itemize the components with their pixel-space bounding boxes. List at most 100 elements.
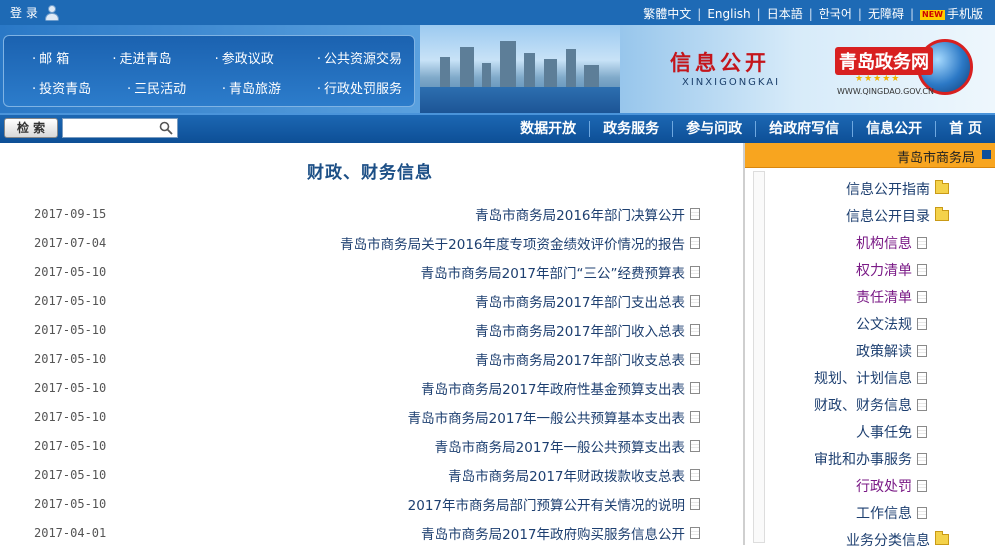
document-title[interactable]: 青岛市商务局2017年财政拨款收支总表 xyxy=(448,465,685,485)
nav-write-letter[interactable]: 给政府写信 xyxy=(756,115,852,143)
document-title[interactable]: 青岛市商务局2016年部门决算公开 xyxy=(475,204,685,224)
document-title[interactable]: 青岛市商务局2017年部门收支总表 xyxy=(475,349,685,369)
document-link[interactable]: 青岛市商务局2017年部门收入总表 xyxy=(475,320,700,340)
search-button[interactable]: 检 索 xyxy=(4,118,59,138)
sidebar-tree-item[interactable]: 信息公开目录 xyxy=(814,202,949,229)
link-english[interactable]: English xyxy=(701,7,756,21)
quicklink-mail[interactable]: 邮 箱 xyxy=(32,48,69,67)
nav-home[interactable]: 首 页 xyxy=(936,115,995,143)
quicklink-penalty-service[interactable]: 行政处罚服务 xyxy=(317,78,402,97)
quicklink-sanmin[interactable]: 三民活动 xyxy=(127,78,186,97)
document-date: 2017-05-10 xyxy=(34,293,107,308)
document-icon xyxy=(690,236,700,249)
document-title[interactable]: 青岛市商务局2017年部门支出总表 xyxy=(475,291,685,311)
sidebar-tree-label[interactable]: 信息公开目录 xyxy=(846,206,930,226)
sidebar-tree-label[interactable]: 公文法规 xyxy=(856,314,912,334)
sidebar-tree-label[interactable]: 信息公开指南 xyxy=(846,179,930,199)
document-date: 2017-05-10 xyxy=(34,380,107,395)
logo-name: 青岛政务网 xyxy=(835,47,933,75)
sidebar-tree-label[interactable]: 规划、计划信息 xyxy=(814,368,912,388)
sidebar-tree-item[interactable]: 权力清单 xyxy=(814,256,927,283)
folder-icon xyxy=(935,207,949,221)
sidebar-tree-item[interactable]: 政策解读 xyxy=(814,337,927,364)
sidebar-tree-item[interactable]: 规划、计划信息 xyxy=(814,364,927,391)
document-link[interactable]: 青岛市商务局2017年政府购买服务信息公开 xyxy=(421,523,700,543)
sidebar-tree-label[interactable]: 政策解读 xyxy=(856,341,912,361)
nav-info-disclosure[interactable]: 信息公开 xyxy=(853,115,935,143)
sidebar-tree-label[interactable]: 行政处罚 xyxy=(856,476,912,496)
document-link[interactable]: 青岛市商务局2017年一般公共预算支出表 xyxy=(435,436,700,456)
quicklink-explore-qingdao[interactable]: 走进青岛 xyxy=(112,48,172,67)
search-box: 检 索 xyxy=(4,118,179,138)
sidebar-tree-item[interactable]: 人事任免 xyxy=(814,418,927,445)
document-icon xyxy=(917,479,927,492)
quicklink-participate[interactable]: 参政议政 xyxy=(215,48,274,67)
document-title[interactable]: 青岛市商务局2017年部门“三公”经费预算表 xyxy=(421,262,685,282)
sidebar-tree-label[interactable]: 责任清单 xyxy=(856,287,912,307)
document-title[interactable]: 青岛市商务局关于2016年度专项资金绩效评价情况的报告 xyxy=(340,233,685,253)
list-item: 2017-05-10 青岛市商务局2017年部门收入总表 xyxy=(34,315,700,344)
tree-scrollbar[interactable] xyxy=(753,171,765,543)
document-date: 2017-07-04 xyxy=(34,235,107,250)
document-title[interactable]: 青岛市商务局2017年政府性基金预算支出表 xyxy=(421,378,685,398)
language-links: 繁體中文 | English | 日本語 | 한국어 | 无障碍 | NEW 手机… xyxy=(637,5,989,22)
document-link[interactable]: 青岛市商务局2016年部门决算公开 xyxy=(475,204,700,224)
quicklink-public-resources[interactable]: 公共资源交易 xyxy=(317,48,402,67)
nav-gov-services[interactable]: 政务服务 xyxy=(590,115,672,143)
document-link[interactable]: 青岛市商务局2017年政府性基金预算支出表 xyxy=(421,378,700,398)
sidebar-tree-item[interactable]: 审批和办事服务 xyxy=(814,445,927,472)
sidebar-tree-item[interactable]: 工作信息 xyxy=(814,499,927,526)
quicklink-tourism[interactable]: 青岛旅游 xyxy=(222,78,281,97)
document-icon xyxy=(690,207,700,220)
nav-data-open[interactable]: 数据开放 xyxy=(507,115,589,143)
document-title[interactable]: 青岛市商务局2017年部门收入总表 xyxy=(475,320,685,340)
sidebar-tree-item[interactable]: 公文法规 xyxy=(814,310,927,337)
sidebar-tree-item[interactable]: 行政处罚 xyxy=(814,472,927,499)
link-accessibility[interactable]: 无障碍 xyxy=(862,5,910,22)
document-link[interactable]: 青岛市商务局2017年财政拨款收支总表 xyxy=(448,465,700,485)
sidebar-tree-label[interactable]: 机构信息 xyxy=(856,233,912,253)
list-item: 2017-07-04 青岛市商务局关于2016年度专项资金绩效评价情况的报告 xyxy=(34,228,700,257)
sidebar-tree-label[interactable]: 人事任免 xyxy=(856,422,912,442)
document-title[interactable]: 2017年市商务局部门预算公开有关情况的说明 xyxy=(408,494,685,514)
link-mobile[interactable]: NEW 手机版 xyxy=(914,5,989,22)
document-icon xyxy=(917,317,927,330)
document-title[interactable]: 青岛市商务局2017年一般公共预算支出表 xyxy=(435,436,685,456)
sidebar-tree-label[interactable]: 审批和办事服务 xyxy=(814,449,912,469)
login-link[interactable]: 登 录 xyxy=(10,4,60,21)
document-date: 2017-05-10 xyxy=(34,496,107,511)
sidebar-tree-label[interactable]: 业务分类信息 xyxy=(846,530,930,550)
document-link[interactable]: 青岛市商务局2017年一般公共预算基本支出表 xyxy=(408,407,700,427)
login-label[interactable]: 登 录 xyxy=(10,4,38,21)
link-japanese[interactable]: 日本語 xyxy=(761,5,809,22)
list-item: 2017-05-10 青岛市商务局2017年政府性基金预算支出表 xyxy=(34,373,700,402)
sidebar-tree-label[interactable]: 财政、财务信息 xyxy=(814,395,912,415)
sidebar-tree-item[interactable]: 信息公开指南 xyxy=(814,175,949,202)
sidebar-tree-label[interactable]: 工作信息 xyxy=(856,503,912,523)
link-traditional-chinese[interactable]: 繁體中文 xyxy=(637,5,697,22)
search-icon[interactable] xyxy=(159,121,173,135)
document-link[interactable]: 2017年市商务局部门预算公开有关情况的说明 xyxy=(408,494,700,514)
document-title[interactable]: 青岛市商务局2017年政府购买服务信息公开 xyxy=(421,523,685,543)
list-item: 2017-05-10 青岛市商务局2017年财政拨款收支总表 xyxy=(34,460,700,489)
link-korean[interactable]: 한국어 xyxy=(813,5,858,22)
document-link[interactable]: 青岛市商务局2017年部门收支总表 xyxy=(475,349,700,369)
document-link[interactable]: 青岛市商务局2017年部门“三公”经费预算表 xyxy=(421,262,700,282)
document-link[interactable]: 青岛市商务局关于2016年度专项资金绩效评价情况的报告 xyxy=(340,233,700,253)
document-link[interactable]: 青岛市商务局2017年部门支出总表 xyxy=(475,291,700,311)
sidebar-tree-item[interactable]: 业务分类信息 xyxy=(814,526,949,553)
user-icon[interactable] xyxy=(44,4,60,21)
sidebar-title: 青岛市商务局 xyxy=(896,151,975,166)
sidebar-tree-item[interactable]: 机构信息 xyxy=(814,229,927,256)
document-icon xyxy=(917,506,927,519)
sidebar-tree-item[interactable]: 责任清单 xyxy=(814,283,927,310)
document-icon xyxy=(690,265,700,278)
square-bullet-icon xyxy=(982,150,991,159)
sidebar-tree-item[interactable]: 财政、财务信息 xyxy=(814,391,927,418)
nav-participate[interactable]: 参与问政 xyxy=(673,115,755,143)
document-title[interactable]: 青岛市商务局2017年一般公共预算基本支出表 xyxy=(408,407,685,427)
site-logo[interactable]: 青岛政务网 ★★★★★ WWW.QINGDAO.GOV.CN xyxy=(833,39,973,101)
sidebar-tree-label[interactable]: 权力清单 xyxy=(856,260,912,280)
mobile-label[interactable]: 手机版 xyxy=(947,7,983,21)
quicklink-invest[interactable]: 投资青岛 xyxy=(32,78,91,97)
